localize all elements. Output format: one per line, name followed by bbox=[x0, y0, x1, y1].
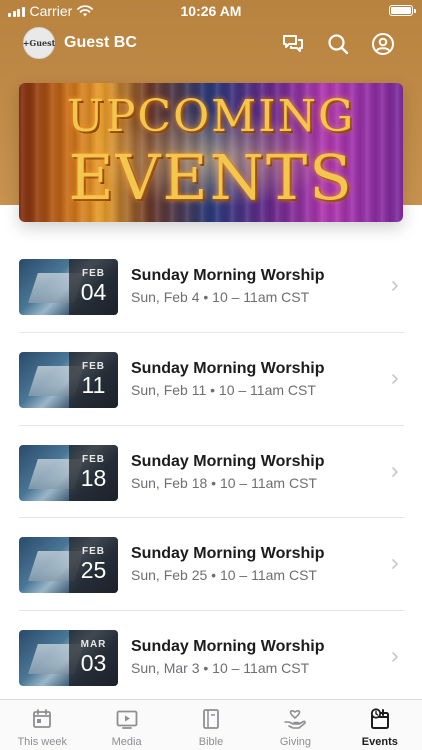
event-day: 25 bbox=[80, 557, 107, 584]
tab-label: Giving bbox=[279, 736, 312, 748]
church-name: Guest BC bbox=[64, 34, 137, 51]
tab-bar: This week Media Bible Giving Events bbox=[0, 699, 422, 750]
event-title: Sunday Morning Worship bbox=[131, 359, 325, 377]
events-icon bbox=[370, 708, 389, 729]
event-title: Sunday Morning Worship bbox=[131, 452, 325, 470]
event-thumbnail: FEB 11 bbox=[19, 351, 118, 408]
church-avatar[interactable]: +Guest bbox=[23, 27, 55, 59]
event-time: Sun, Feb 18 • 10 – 11am CST bbox=[131, 474, 317, 491]
banner-title-line1: UPCOMING bbox=[66, 91, 356, 142]
chat-icon[interactable] bbox=[281, 32, 305, 56]
tab-label: This week bbox=[17, 736, 67, 748]
search-icon[interactable] bbox=[326, 32, 350, 56]
tab-media[interactable]: Media bbox=[84, 700, 168, 750]
event-month: FEB bbox=[82, 360, 105, 372]
chevron-right-icon bbox=[392, 466, 398, 477]
giving-icon bbox=[284, 710, 307, 729]
event-title: Sunday Morning Worship bbox=[131, 545, 325, 563]
event-month: FEB bbox=[82, 546, 105, 558]
chevron-right-icon bbox=[392, 373, 398, 384]
event-day: 04 bbox=[80, 279, 107, 305]
event-day: 18 bbox=[80, 464, 107, 491]
tab-label: Events bbox=[361, 736, 398, 748]
date-badge: FEB 25 bbox=[69, 537, 118, 594]
event-time: Sun, Feb 4 • 10 – 11am CST bbox=[131, 289, 310, 305]
date-badge: FEB 11 bbox=[69, 351, 118, 408]
event-row[interactable]: FEB 04 Sunday Morning Worship Sun, Feb 4… bbox=[0, 240, 422, 333]
chevron-right-icon bbox=[392, 281, 398, 291]
event-thumbnail: FEB 25 bbox=[19, 537, 118, 594]
event-month: FEB bbox=[82, 268, 105, 279]
bible-icon bbox=[203, 709, 219, 729]
date-badge: FEB 18 bbox=[69, 444, 118, 501]
status-time: 10:26 AM bbox=[180, 3, 242, 19]
event-thumbnail: FEB 18 bbox=[19, 444, 118, 501]
date-badge: FEB 04 bbox=[69, 259, 118, 315]
tab-label: Media bbox=[111, 736, 142, 748]
date-badge: MAR 03 bbox=[69, 630, 118, 686]
event-day: 03 bbox=[80, 650, 107, 676]
event-day: 11 bbox=[81, 371, 106, 398]
event-title: Sunday Morning Worship bbox=[131, 267, 325, 284]
event-month: FEB bbox=[82, 453, 105, 465]
event-title: Sunday Morning Worship bbox=[131, 638, 325, 655]
calendar-icon bbox=[33, 709, 52, 728]
event-thumbnail: FEB 04 bbox=[19, 259, 118, 315]
banner-title-line2: EVENTS bbox=[68, 141, 354, 214]
event-thumbnail: MAR 03 bbox=[19, 630, 118, 686]
avatar-logo-text: +Guest bbox=[22, 38, 56, 48]
tab-label: Bible bbox=[198, 736, 224, 748]
event-row[interactable]: FEB 25 Sunday Morning Worship Sun, Feb 2… bbox=[0, 518, 422, 611]
status-bar: Carrier 10:26 AM bbox=[0, 0, 422, 22]
event-month: MAR bbox=[80, 639, 107, 650]
event-list: FEB 04 Sunday Morning Worship Sun, Feb 4… bbox=[0, 240, 422, 704]
event-time: Sun, Mar 3 • 10 – 11am CST bbox=[131, 660, 310, 676]
play-icon bbox=[116, 710, 138, 729]
chevron-right-icon bbox=[392, 559, 398, 570]
upcoming-events-banner[interactable]: UPCOMING EVENTS bbox=[19, 83, 403, 222]
event-time: Sun, Feb 11 • 10 – 11am CST bbox=[131, 381, 316, 398]
chevron-right-icon bbox=[392, 652, 398, 662]
event-row[interactable]: FEB 18 Sunday Morning Worship Sun, Feb 1… bbox=[0, 426, 422, 519]
event-row[interactable]: FEB 11 Sunday Morning Worship Sun, Feb 1… bbox=[0, 333, 422, 426]
event-row[interactable]: MAR 03 Sunday Morning Worship Sun, Mar 3… bbox=[0, 611, 422, 704]
event-time: Sun, Feb 25 • 10 – 11am CST bbox=[131, 567, 317, 584]
profile-icon[interactable] bbox=[371, 32, 395, 56]
battery-icon bbox=[389, 5, 416, 16]
tab-giving[interactable]: Giving bbox=[253, 700, 337, 750]
tab-events[interactable]: Events bbox=[338, 700, 422, 750]
tab-this-week[interactable]: This week bbox=[0, 700, 84, 750]
app-header: +Guest Guest BC bbox=[0, 24, 422, 64]
tab-bible[interactable]: Bible bbox=[169, 700, 253, 750]
